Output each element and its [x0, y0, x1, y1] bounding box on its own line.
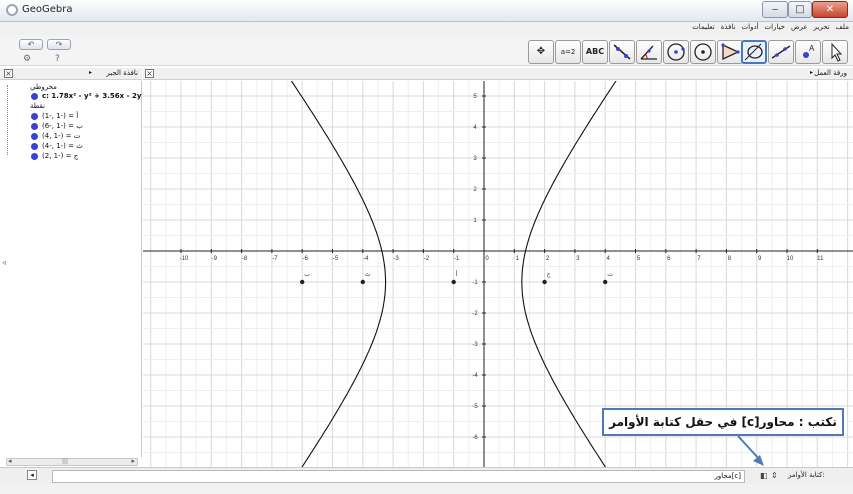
geogebra-window: GeoGebra ‒ □ ✕ ملف تحرير عرض خيارات أدوا…	[0, 0, 853, 494]
annotation-callout: نكتب : محاور[c] في حقل كتابة الأوامر	[602, 408, 844, 436]
